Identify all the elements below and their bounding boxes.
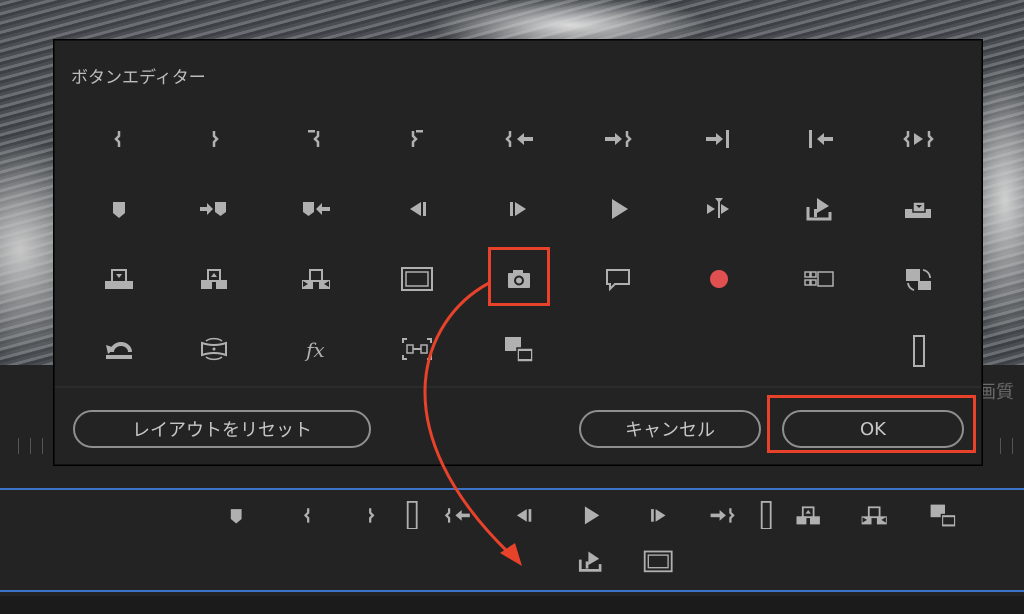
- spacer-icon[interactable]: [392, 497, 432, 533]
- divider: [55, 386, 981, 388]
- safe-margins-icon[interactable]: [397, 261, 437, 297]
- go-to-next-marker-icon[interactable]: [194, 191, 234, 227]
- mark-in-icon[interactable]: [288, 497, 328, 533]
- vr-video-icon[interactable]: [194, 331, 234, 367]
- toggle-proxies-icon[interactable]: [899, 261, 939, 297]
- go-to-out-icon[interactable]: [599, 121, 639, 157]
- mark-out-icon[interactable]: [194, 121, 234, 157]
- ok-button[interactable]: OK: [782, 410, 964, 448]
- lift-icon[interactable]: [194, 261, 234, 297]
- button-editor-dialog: ボタンエディター fx レイアウトをリセット キャンセル OK: [54, 40, 982, 465]
- ruler-tick: [18, 438, 19, 454]
- record-icon[interactable]: [699, 261, 739, 297]
- mark-out-icon[interactable]: [350, 497, 390, 533]
- play-icon[interactable]: [571, 497, 611, 533]
- spacer-icon[interactable]: [899, 333, 939, 369]
- export-icon[interactable]: [799, 191, 839, 227]
- comment-icon[interactable]: [599, 261, 639, 297]
- dialog-title: ボタンエディター: [71, 68, 206, 88]
- extract-icon[interactable]: [99, 261, 139, 297]
- fx-icon[interactable]: fx: [296, 331, 336, 367]
- play-icon[interactable]: [599, 191, 639, 227]
- svg-text:fx: fx: [304, 338, 325, 362]
- play-in-to-out-icon[interactable]: [899, 121, 939, 157]
- compare-view-icon[interactable]: [499, 331, 539, 367]
- compare-view-icon[interactable]: [923, 497, 963, 533]
- ruler-tick: [30, 438, 31, 454]
- multi-camera-icon[interactable]: [799, 261, 839, 297]
- go-to-in-icon[interactable]: [437, 497, 477, 533]
- step-forward-icon[interactable]: [639, 497, 679, 533]
- insert-icon[interactable]: [854, 497, 894, 533]
- mark-clip-out-icon[interactable]: [397, 121, 437, 157]
- reset-layout-button[interactable]: レイアウトをリセット: [73, 410, 371, 448]
- cancel-button[interactable]: キャンセル: [579, 410, 761, 448]
- overwrite-insert-icon[interactable]: [899, 191, 939, 227]
- loop-playback-icon[interactable]: [99, 331, 139, 367]
- go-to-previous-marker-icon[interactable]: [296, 191, 336, 227]
- timeline-strip: [0, 596, 1024, 614]
- playback-quality-label[interactable]: 画質: [978, 378, 1014, 404]
- add-marker-icon[interactable]: [99, 191, 139, 227]
- ruler-tick: [42, 438, 43, 454]
- go-to-out-icon[interactable]: [703, 497, 743, 533]
- ruler-tick: [1012, 438, 1013, 454]
- step-back-icon[interactable]: [503, 497, 543, 533]
- mark-clip-in-icon[interactable]: [296, 121, 336, 157]
- lift-icon[interactable]: [788, 497, 828, 533]
- export-icon[interactable]: [570, 543, 610, 579]
- step-back-icon[interactable]: [397, 191, 437, 227]
- insert-icon[interactable]: [296, 261, 336, 297]
- toolbar-top-border: [0, 488, 1024, 490]
- mark-in-icon[interactable]: [99, 121, 139, 157]
- step-forward-icon[interactable]: [499, 191, 539, 227]
- ruler-tick: [1000, 438, 1001, 454]
- add-marker-icon[interactable]: [216, 497, 256, 533]
- trim-icon[interactable]: [397, 331, 437, 367]
- go-to-next-edit-icon[interactable]: [699, 121, 739, 157]
- go-to-in-icon[interactable]: [499, 121, 539, 157]
- export-frame-icon[interactable]: [499, 261, 539, 297]
- spacer-icon[interactable]: [746, 497, 786, 533]
- go-to-previous-edit-icon[interactable]: [799, 121, 839, 157]
- toolbar-bottom-border: [0, 590, 1024, 592]
- play-around-icon[interactable]: [699, 191, 739, 227]
- safe-margins-icon[interactable]: [638, 543, 678, 579]
